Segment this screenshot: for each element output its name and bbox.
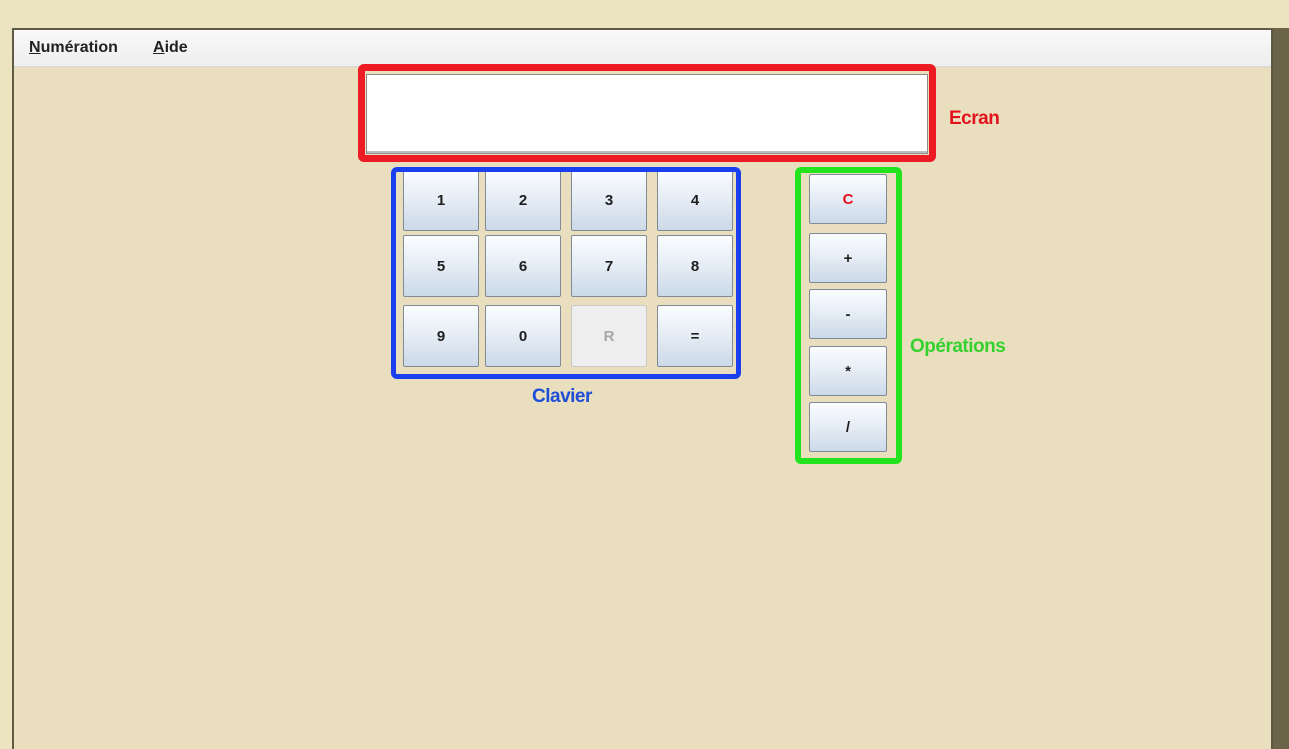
label-operations: Opérations: [910, 336, 1006, 357]
keypad-highlight-frame: [391, 167, 741, 379]
menu-aide-label: ide: [164, 39, 188, 56]
top-strip: [0, 0, 1289, 10]
label-ecran: Ecran: [949, 108, 1000, 129]
operations-highlight-frame: [795, 167, 902, 464]
menu-bar: Numération Aide: [14, 30, 1271, 67]
menu-numeration[interactable]: Numération: [29, 39, 118, 57]
menu-aide-mnemonic: A: [153, 39, 165, 56]
calculator-window: Numération Aide Ecran 1 2 3 4 5 6 7 8 9 …: [12, 28, 1273, 749]
screen-highlight-frame: [358, 64, 936, 162]
menu-numeration-label: umération: [40, 39, 118, 56]
menu-aide[interactable]: Aide: [153, 39, 188, 57]
menu-numeration-mnemonic: N: [29, 39, 41, 56]
label-clavier: Clavier: [532, 386, 592, 407]
